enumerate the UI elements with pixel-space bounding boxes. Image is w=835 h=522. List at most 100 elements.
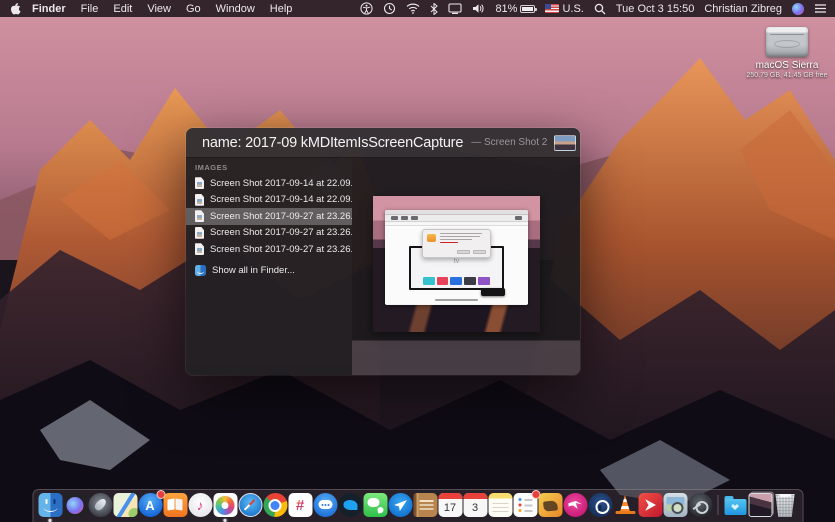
airplay-display-icon[interactable] <box>448 3 462 14</box>
spotlight-result-row-3[interactable]: Screen Shot 2017-09-27 at 23.26... <box>186 208 352 225</box>
spotlight-menu-icon[interactable] <box>594 3 606 15</box>
safari-glyph <box>239 494 261 516</box>
spotlight-search-bar[interactable]: name: 2017-09 kMDItemIsScreenCapture — S… <box>186 128 580 158</box>
dock-item-downloads-stack[interactable] <box>748 493 772 517</box>
dock-item-steam[interactable] <box>688 493 712 517</box>
results-section-header: IMAGES <box>186 160 352 175</box>
ibooks-icon <box>163 493 187 517</box>
downloads-stack-icon <box>748 493 772 517</box>
bluetooth-icon[interactable] <box>430 3 438 15</box>
menu-items: Finder File Edit View Go Window Help <box>32 3 292 15</box>
spotlight-result-row-5[interactable]: Screen Shot 2017-09-27 at 23.26... <box>186 241 352 258</box>
dock-item-photo-editor[interactable] <box>538 493 562 517</box>
preview-icon <box>663 493 687 517</box>
preview-dialog-icon <box>427 234 436 242</box>
trash-icon <box>773 493 797 517</box>
search-autocomplete: — Screen Shot 2 <box>471 137 547 148</box>
dock-item-maps[interactable] <box>113 493 137 517</box>
spotlight-preview-pane: tv <box>352 158 580 375</box>
menu-item-edit[interactable]: Edit <box>113 3 132 15</box>
results-list: Screen Shot 2017-09-14 at 22.09.1...Scre… <box>186 175 352 258</box>
menu-bar-clock[interactable]: Tue Oct 3 15:50 <box>616 3 694 15</box>
dock-item-launchpad[interactable] <box>88 493 112 517</box>
chrome-glyph <box>263 493 287 517</box>
dock-item-safari[interactable] <box>238 493 262 517</box>
dock-item-itunes[interactable] <box>188 493 212 517</box>
dock-item-preview[interactable] <box>663 493 687 517</box>
pink-mail-icon <box>563 493 587 517</box>
dock-item-siri[interactable] <box>63 493 87 517</box>
battery-indicator[interactable]: 81% <box>495 3 535 15</box>
spotlight-body: IMAGES Screen Shot 2017-09-14 at 22.09.1… <box>186 158 580 375</box>
dock-item-address-book[interactable] <box>413 493 437 517</box>
dock-item-green-messenger[interactable] <box>363 493 387 517</box>
menu-item-finder[interactable]: Finder <box>32 3 66 15</box>
address-book-icon <box>413 493 437 517</box>
keyboard-layout[interactable]: U.S. <box>545 3 583 15</box>
dock-item-reminders[interactable] <box>513 493 537 517</box>
preview-content: tv <box>385 226 529 304</box>
steam-glyph <box>688 493 712 517</box>
spotlight-result-row-2[interactable]: Screen Shot 2017-09-14 at 22.09.1... <box>186 192 352 209</box>
spotlight-results-pane: IMAGES Screen Shot 2017-09-14 at 22.09.1… <box>186 158 352 375</box>
finder-icon <box>38 493 62 517</box>
result-file-thumbnail-icon <box>554 135 576 151</box>
wifi-icon[interactable] <box>406 3 420 14</box>
accessibility-icon[interactable] <box>360 2 373 15</box>
twitter-icon <box>338 493 362 517</box>
slack-icon <box>288 493 312 517</box>
dock-item-slack[interactable] <box>288 493 312 517</box>
menu-item-help[interactable]: Help <box>270 3 293 15</box>
maps-glyph <box>113 493 137 517</box>
volume-icon[interactable] <box>472 3 485 14</box>
dock-item-ibooks[interactable] <box>163 493 187 517</box>
notification-badge <box>156 490 165 499</box>
volume-capacity: 250.79 GB, 41.45 GB free <box>742 72 832 79</box>
dock-item-app-store[interactable] <box>138 493 162 517</box>
siri-icon <box>63 493 87 517</box>
dock-item-pdf-expert[interactable] <box>638 493 662 517</box>
notification-center-icon[interactable] <box>814 3 827 14</box>
dock-item-photos[interactable] <box>213 493 237 517</box>
user-menu[interactable]: Christian Zibreg <box>704 3 782 15</box>
dock-item-messages[interactable] <box>313 493 337 517</box>
dock-item-vlc[interactable] <box>613 493 637 517</box>
dock-item-calendar[interactable]: 3 <box>463 493 487 517</box>
menu-item-view[interactable]: View <box>147 3 171 15</box>
messages-glyph <box>313 493 337 517</box>
dock-item-pink-mail[interactable] <box>563 493 587 517</box>
steam-icon <box>688 493 712 517</box>
messages-icon <box>313 493 337 517</box>
photos-icon <box>213 493 237 517</box>
dock-item-spark[interactable] <box>388 493 412 517</box>
dock-item-twitter[interactable] <box>338 493 362 517</box>
running-indicator <box>49 519 51 521</box>
screenshot-preview-image[interactable]: tv <box>373 196 540 332</box>
dock-item-trash[interactable] <box>773 493 797 517</box>
launchpad-icon <box>88 493 112 517</box>
preview-toolbar <box>385 215 529 222</box>
siri-menu-icon[interactable] <box>792 3 804 15</box>
dock-item-dropbox-folder[interactable] <box>723 493 747 517</box>
notes-icon <box>488 493 512 517</box>
dock-item-chrome[interactable] <box>263 493 287 517</box>
show-all-in-finder-row[interactable]: Show all in Finder... <box>186 263 352 280</box>
spotlight-result-row-4[interactable]: Screen Shot 2017-09-27 at 23.26... <box>186 225 352 242</box>
desktop-icon-macos-sierra[interactable]: macOS Sierra 250.79 GB, 41.45 GB free <box>742 27 832 79</box>
dock-item-1password[interactable] <box>588 493 612 517</box>
dock-item-notes[interactable] <box>488 493 512 517</box>
spotlight-result-row-1[interactable]: Screen Shot 2017-09-14 at 22.09.1... <box>186 175 352 192</box>
menu-item-window[interactable]: Window <box>216 3 255 15</box>
apple-icon[interactable] <box>8 2 22 15</box>
dock-item-calendar-alt[interactable]: 17 <box>438 493 462 517</box>
green-messenger-icon <box>363 493 387 517</box>
preview-apple-tv-device <box>481 288 505 296</box>
menu-item-go[interactable]: Go <box>186 3 201 15</box>
dock-item-finder[interactable] <box>38 493 62 517</box>
twitter-glyph <box>338 493 362 517</box>
vlc-glyph <box>613 493 637 517</box>
finder-icon <box>195 265 206 276</box>
menu-item-file[interactable]: File <box>81 3 99 15</box>
time-machine-icon[interactable] <box>383 2 396 15</box>
search-input[interactable]: name: 2017-09 kMDItemIsScreenCapture <box>202 135 463 151</box>
